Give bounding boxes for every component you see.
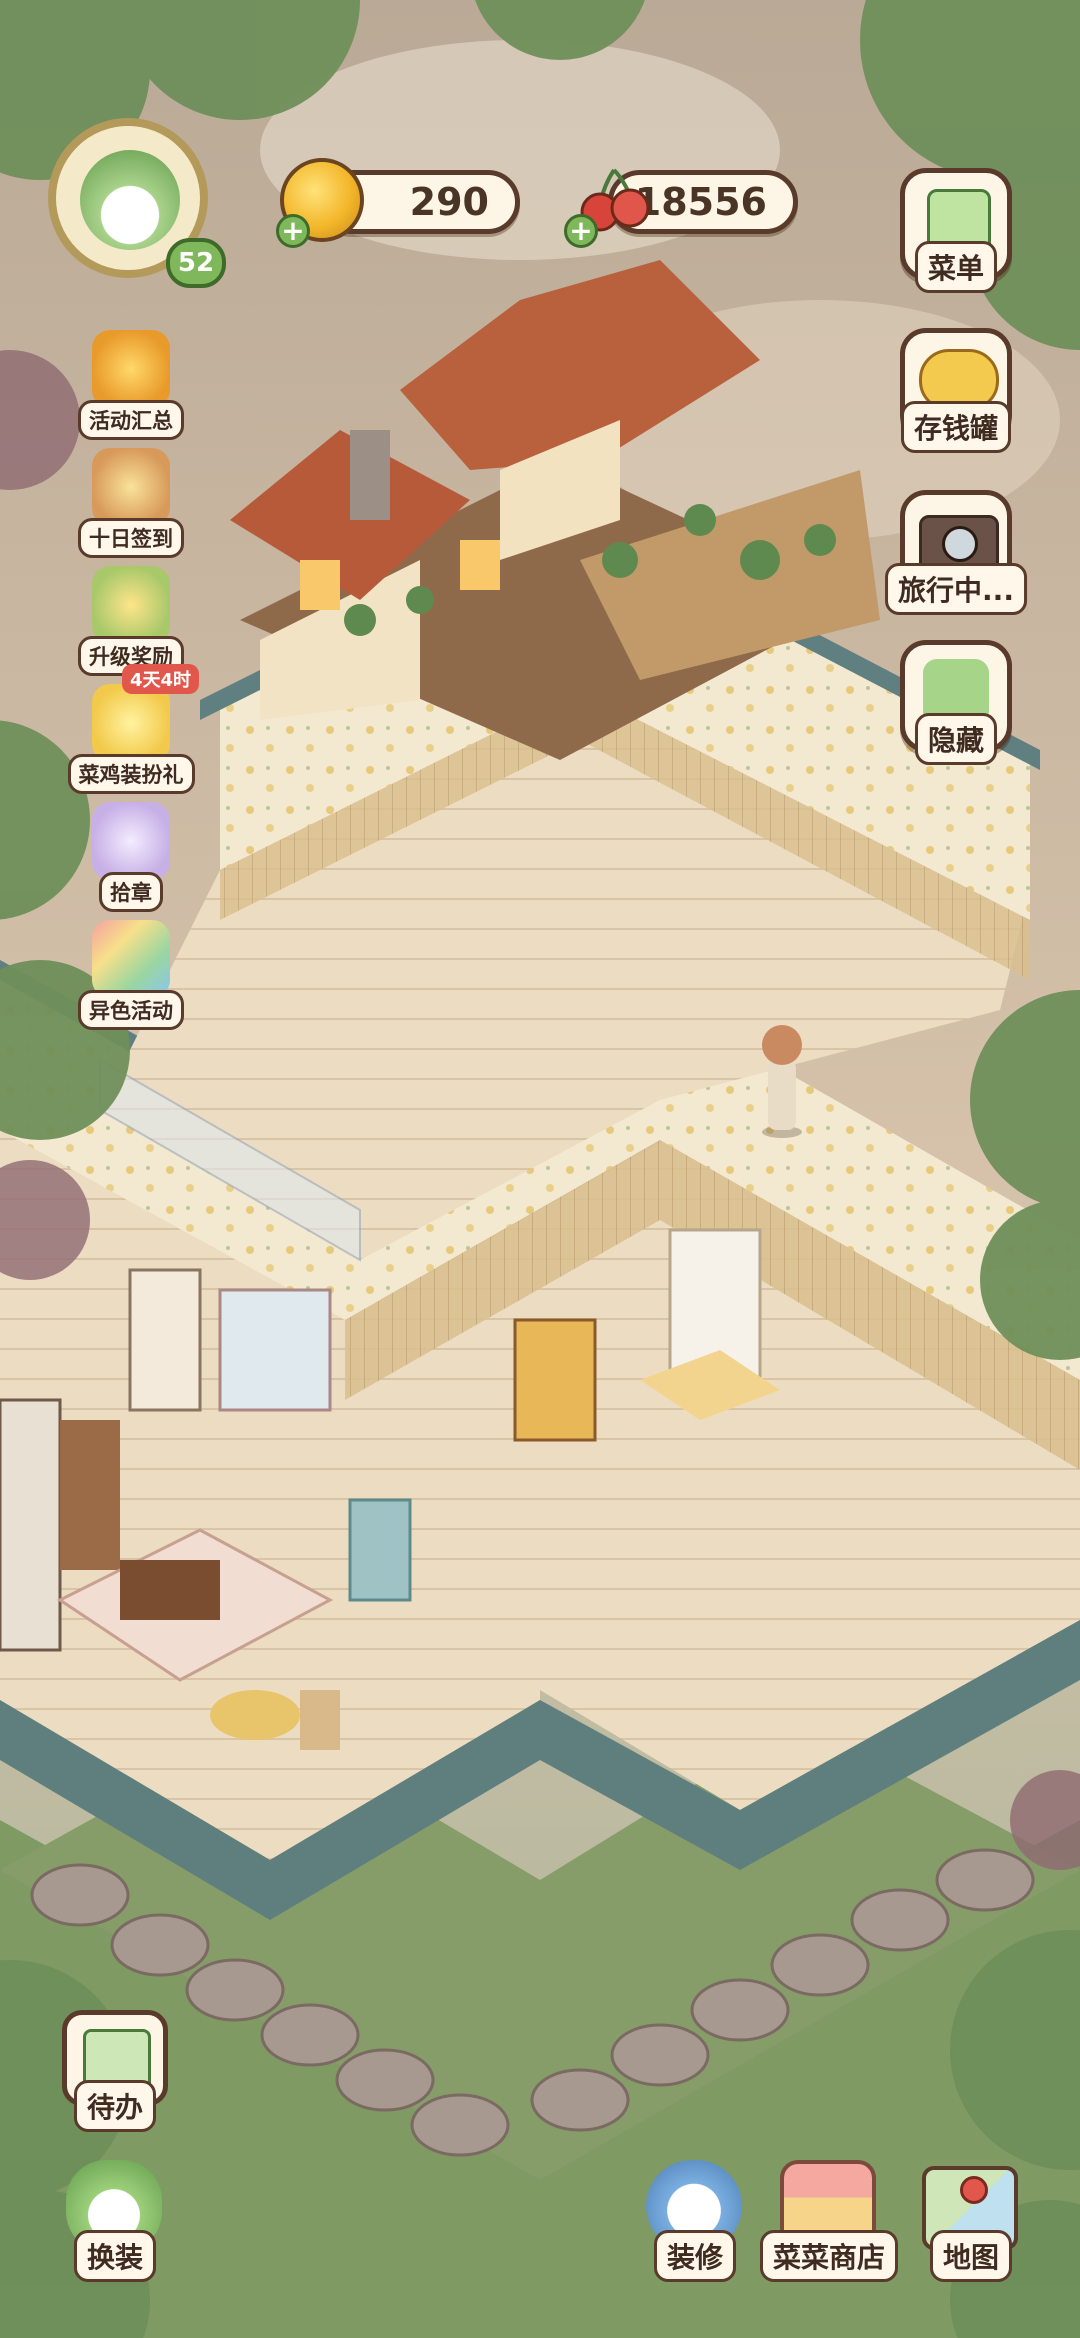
cherry-counter[interactable]: 18556 + [564, 168, 798, 260]
shop-button[interactable]: 菜菜商店 [759, 2160, 899, 2282]
add-cherries-button[interactable]: + [564, 214, 598, 248]
chick-costume-icon [92, 684, 170, 762]
variant-event-label: 异色活动 [78, 990, 184, 1030]
hide-ui-button[interactable]: 隐藏 [900, 640, 1012, 765]
level-badge: 52 [166, 238, 226, 288]
gift-basket-icon [92, 448, 170, 526]
add-coins-button[interactable]: + [276, 214, 310, 248]
travel-button[interactable]: 旅行中... [885, 490, 1027, 615]
ten-day-checkin-button[interactable]: 十日签到 [66, 448, 196, 558]
shop-label: 菜菜商店 [759, 2230, 899, 2282]
renovate-button[interactable]: 装修 [636, 2160, 754, 2282]
map-label: 地图 [929, 2230, 1013, 2282]
coin-counter[interactable]: 290 + [276, 158, 520, 260]
hide-ui-label: 隐藏 [914, 713, 998, 765]
level-up-icon [92, 566, 170, 644]
rainbow-card-icon [92, 920, 170, 998]
map-button[interactable]: 地图 [912, 2160, 1030, 2282]
coin-amount: 290 [409, 180, 489, 224]
event-summary-button[interactable]: 活动汇总 [66, 330, 196, 440]
change-outfit-label: 换装 [73, 2230, 157, 2282]
piggy-bank-button[interactable]: 存钱罐 [900, 328, 1012, 453]
avatar[interactable]: 52 [40, 110, 226, 290]
sticker-collect-button[interactable]: 拾章 [66, 802, 196, 912]
cherry-amount: 18556 [634, 180, 767, 224]
sticker-bag-icon [92, 802, 170, 880]
change-outfit-button[interactable]: 换装 [56, 2160, 174, 2282]
level-reward-button[interactable]: 升级奖励 [66, 566, 196, 676]
todo-label: 待办 [73, 2080, 157, 2132]
todo-button[interactable]: 待办 [56, 2010, 174, 2132]
piggy-bank-label: 存钱罐 [900, 401, 1012, 453]
chick-costume-gift-button[interactable]: 菜鸡装扮礼 4天4时 [66, 664, 200, 794]
trophy-pile-icon [92, 330, 170, 408]
ten-day-checkin-label: 十日签到 [78, 518, 184, 558]
chick-costume-label: 菜鸡装扮礼 [67, 754, 195, 794]
menu-button[interactable]: 菜单 [900, 168, 1012, 293]
sticker-collect-label: 拾章 [99, 872, 163, 912]
variant-event-button[interactable]: 异色活动 [66, 920, 196, 1030]
travel-label: 旅行中... [885, 563, 1027, 615]
menu-label: 菜单 [914, 241, 998, 293]
chick-cabbage-icon [80, 150, 180, 250]
event-summary-label: 活动汇总 [78, 400, 184, 440]
renovate-label: 装修 [653, 2230, 737, 2282]
timer-badge: 4天4时 [122, 664, 200, 694]
